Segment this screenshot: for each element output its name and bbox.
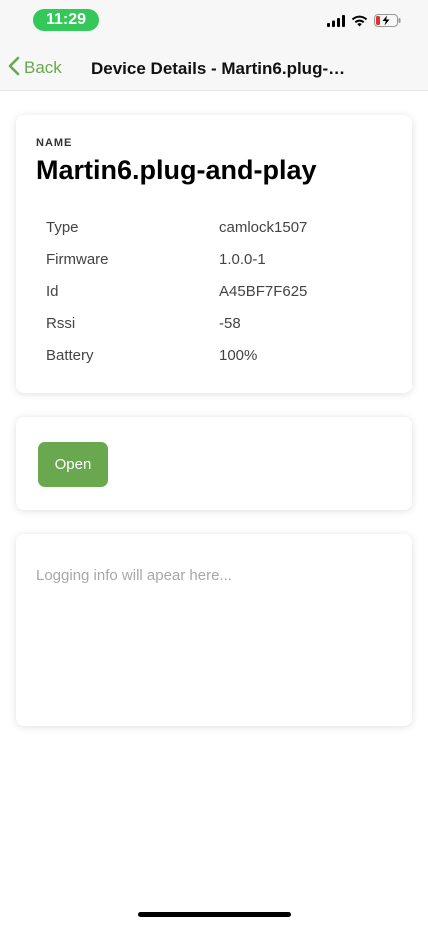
open-button[interactable]: Open: [38, 442, 108, 487]
device-details-screen: 11:29 Back Device Details - Martin6.plug…: [0, 0, 428, 926]
property-value: camlock1507: [219, 218, 308, 236]
property-key: Rssi: [46, 314, 76, 332]
name-label: NAME: [36, 137, 73, 149]
status-bar: 11:29: [0, 0, 428, 44]
property-row-type: Type camlock1507: [46, 211, 386, 243]
log-card: Logging info will apear here...: [16, 534, 412, 726]
property-value: -58: [219, 314, 241, 332]
property-row-battery: Battery 100%: [46, 339, 386, 371]
property-key: Battery: [46, 346, 94, 364]
page-title: Device Details - Martin6.plug-and-play: [91, 59, 351, 78]
navigation-bar: Back Device Details - Martin6.plug-and-p…: [0, 44, 428, 91]
device-properties-table: Type camlock1507 Firmware 1.0.0-1 Id A45…: [46, 211, 386, 371]
cellular-signal-icon: [327, 14, 345, 32]
home-indicator[interactable]: [138, 912, 291, 917]
back-label: Back: [24, 58, 62, 77]
property-row-id: Id A45BF7F625: [46, 275, 386, 307]
actions-card: Open: [16, 417, 412, 510]
device-name: Martin6.plug-and-play: [36, 155, 317, 185]
device-info-card: NAME Martin6.plug-and-play Type camlock1…: [16, 115, 412, 393]
wifi-icon: [351, 14, 368, 32]
property-value: 1.0.0-1: [219, 250, 266, 268]
back-button[interactable]: Back: [8, 56, 62, 80]
property-row-rssi: Rssi -58: [46, 307, 386, 339]
property-key: Type: [46, 218, 79, 236]
log-placeholder: Logging info will apear here...: [36, 567, 232, 584]
battery-charging-icon: [374, 14, 402, 32]
property-key: Id: [46, 282, 59, 300]
status-time[interactable]: 11:29: [33, 9, 99, 31]
property-row-firmware: Firmware 1.0.0-1: [46, 243, 386, 275]
property-value: 100%: [219, 346, 258, 364]
property-value: A45BF7F625: [219, 282, 308, 300]
property-key: Firmware: [46, 250, 109, 268]
chevron-left-icon: [8, 56, 20, 81]
status-icons: [327, 14, 402, 32]
